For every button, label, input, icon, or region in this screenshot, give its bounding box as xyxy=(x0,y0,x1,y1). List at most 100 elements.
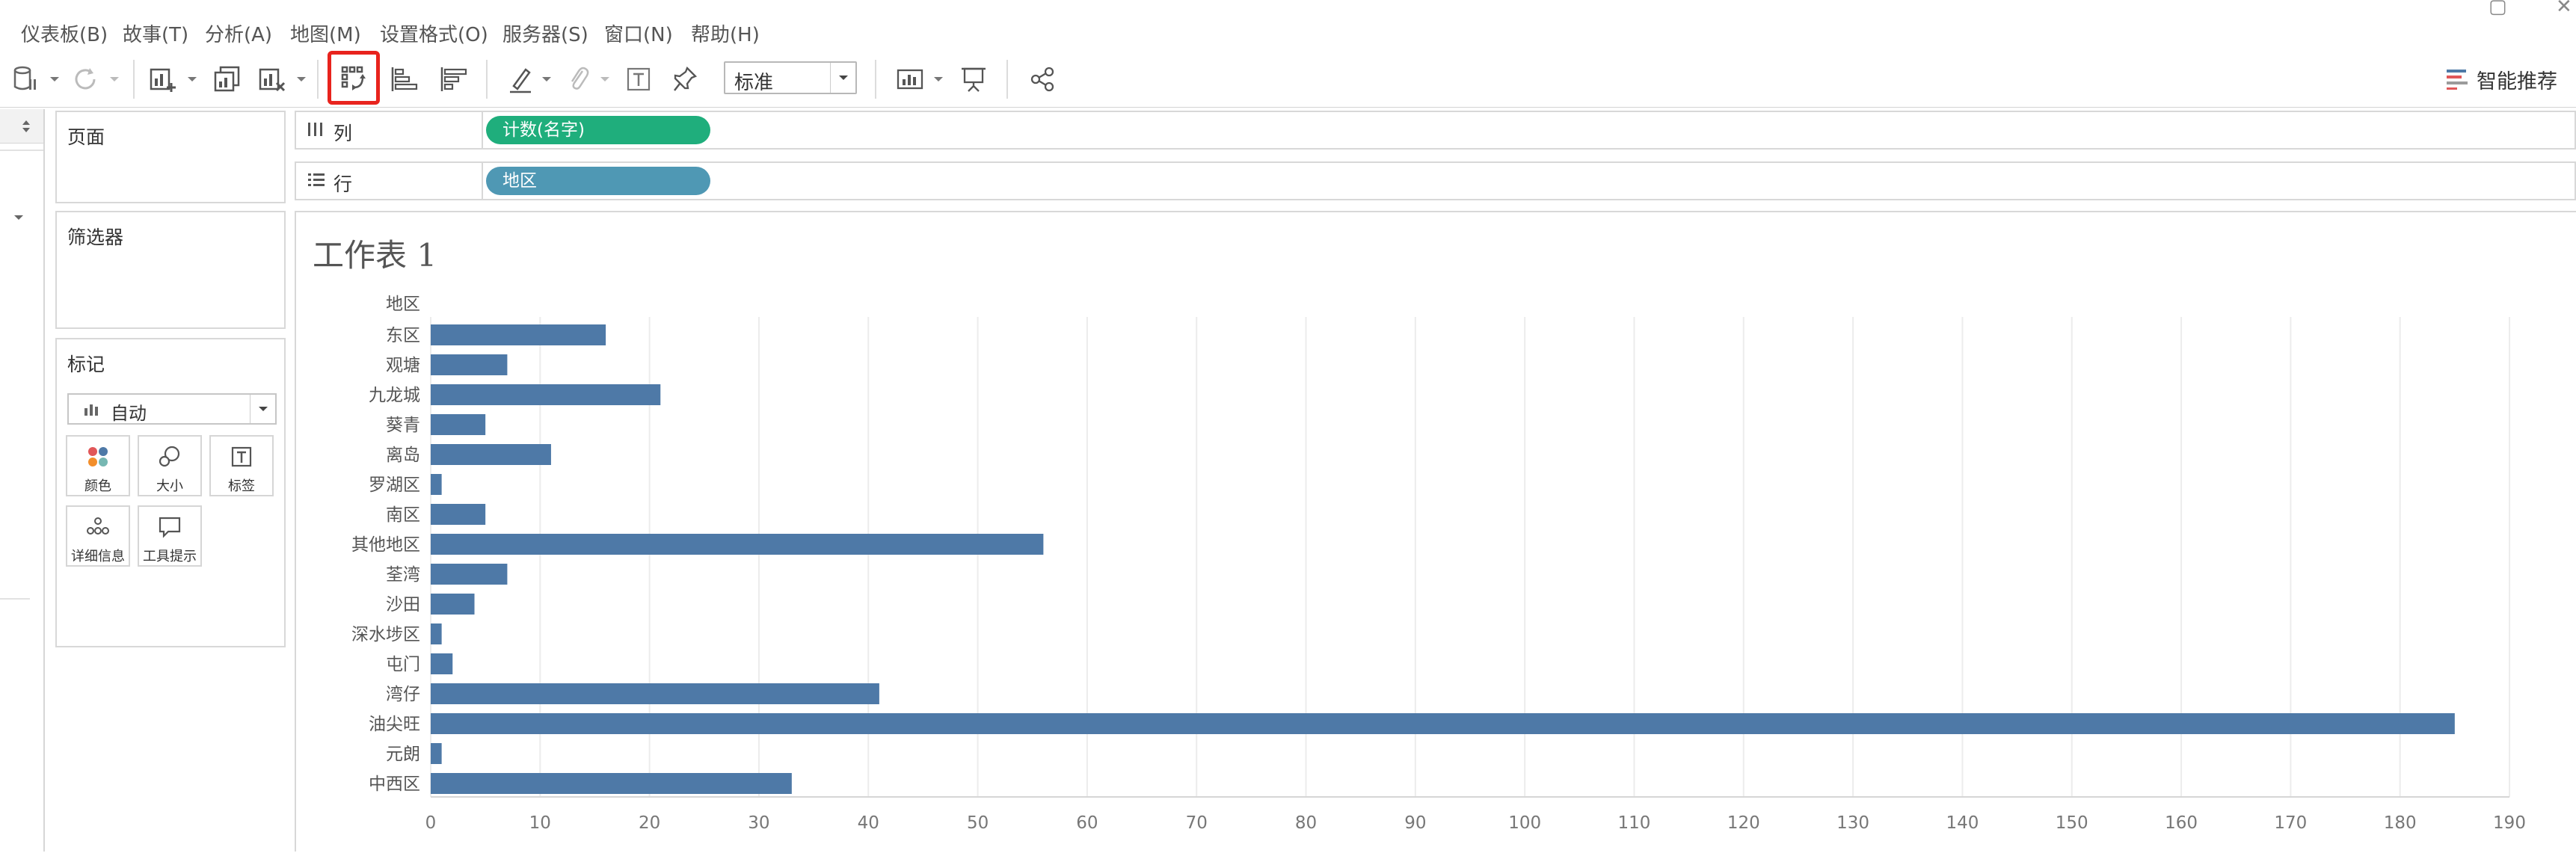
x-tick-label: 110 xyxy=(1618,813,1651,833)
category-label[interactable]: 南区 xyxy=(386,505,420,525)
paperclip-icon[interactable] xyxy=(564,63,594,96)
category-label[interactable]: 中西区 xyxy=(369,775,420,794)
chevron-down-icon[interactable] xyxy=(597,63,613,96)
chevron-down-icon[interactable] xyxy=(293,63,310,96)
marks-size-button[interactable]: 大小 xyxy=(138,435,202,496)
chevron-down-icon[interactable] xyxy=(13,214,24,221)
detail-icon xyxy=(87,517,109,535)
pages-shelf-title: 页面 xyxy=(67,126,105,148)
menu-map[interactable]: 地图(M) xyxy=(290,19,361,47)
restore-icon[interactable]: ▢ xyxy=(2489,0,2507,18)
x-tick-label: 0 xyxy=(425,813,437,833)
chevron-down-icon[interactable] xyxy=(46,63,63,96)
sort-descending-icon[interactable] xyxy=(437,63,470,96)
category-label[interactable]: 东区 xyxy=(386,326,420,345)
bar[interactable] xyxy=(431,474,442,495)
close-icon[interactable]: ✕ xyxy=(2556,0,2572,18)
menu-help[interactable]: 帮助(H) xyxy=(691,19,760,47)
bar[interactable] xyxy=(431,444,551,465)
bar-chart: 地区东区观塘九龙城葵青离岛罗湖区南区其他地区荃湾沙田深水埗区屯门湾仔油尖旺元朗中… xyxy=(351,295,2526,833)
menu-dashboard[interactable]: 仪表板(B) xyxy=(21,19,108,47)
marks-detail-button[interactable]: 详细信息 xyxy=(66,505,130,567)
bar[interactable] xyxy=(431,354,508,375)
category-label[interactable]: 罗湖区 xyxy=(369,475,420,495)
bar[interactable] xyxy=(431,623,442,644)
pin-icon[interactable] xyxy=(670,63,700,96)
marks-label-button[interactable]: 标签 xyxy=(209,435,274,496)
category-label[interactable]: 其他地区 xyxy=(351,535,420,555)
x-tick-label: 50 xyxy=(967,813,989,833)
presentation-mode-icon[interactable] xyxy=(957,63,990,96)
pages-shelf[interactable]: 页面 xyxy=(55,111,286,203)
x-tick-label: 90 xyxy=(1404,813,1426,833)
chevron-down-icon[interactable] xyxy=(106,63,123,96)
bar[interactable] xyxy=(431,534,1044,555)
category-label[interactable]: 离岛 xyxy=(386,446,420,465)
bar[interactable] xyxy=(431,594,475,615)
bar[interactable] xyxy=(431,384,661,405)
category-label[interactable]: 观塘 xyxy=(386,356,420,375)
bar[interactable] xyxy=(431,773,792,794)
category-label[interactable]: 九龙城 xyxy=(369,386,420,405)
marks-color-button[interactable]: 颜色 xyxy=(66,435,130,496)
mark-size-select-value: 标准 xyxy=(734,72,774,94)
category-label[interactable]: 元朗 xyxy=(386,745,420,764)
data-pane-edge xyxy=(0,109,45,852)
x-tick-label: 20 xyxy=(639,813,660,833)
menu-analysis[interactable]: 分析(A) xyxy=(205,19,272,47)
category-label[interactable]: 湾仔 xyxy=(386,685,420,704)
columns-shelf-title: 列 xyxy=(333,123,353,144)
filters-shelf[interactable]: 筛选器 xyxy=(55,211,286,329)
x-tick-label: 130 xyxy=(1836,813,1869,833)
columns-pill-count-name[interactable]: 计数(名字) xyxy=(486,116,710,144)
highlight-pen-icon[interactable] xyxy=(505,63,535,96)
new-worksheet-icon[interactable] xyxy=(147,63,179,96)
bar[interactable] xyxy=(431,504,486,525)
category-label[interactable]: 荃湾 xyxy=(386,565,420,585)
bar[interactable] xyxy=(431,414,486,435)
show-me-icon[interactable] xyxy=(894,63,927,96)
chevron-down-icon[interactable] xyxy=(930,63,947,96)
chevron-down-icon[interactable] xyxy=(538,63,555,96)
bar[interactable] xyxy=(431,653,453,674)
clear-sheet-icon[interactable] xyxy=(256,63,289,96)
filters-shelf-title: 筛选器 xyxy=(67,227,124,248)
bar[interactable] xyxy=(431,564,508,585)
refresh-icon[interactable] xyxy=(69,63,102,96)
category-label[interactable]: 油尖旺 xyxy=(369,715,420,734)
category-label[interactable]: 深水埗区 xyxy=(351,625,420,644)
x-tick-label: 190 xyxy=(2493,813,2526,833)
bar[interactable] xyxy=(431,743,442,764)
category-label[interactable]: 沙田 xyxy=(386,595,420,615)
chevron-down-icon[interactable] xyxy=(184,63,200,96)
x-tick-label: 60 xyxy=(1076,813,1098,833)
bar[interactable] xyxy=(431,713,2455,734)
swap-rows-columns-icon[interactable] xyxy=(338,63,371,96)
marks-card-title: 标记 xyxy=(67,354,105,375)
marks-tooltip-label: 工具提示 xyxy=(143,549,197,564)
menu-server[interactable]: 服务器(S) xyxy=(502,19,588,47)
bar[interactable] xyxy=(431,683,879,704)
row-header-label: 地区 xyxy=(386,295,420,314)
marks-detail-label: 详细信息 xyxy=(71,549,125,564)
menu-story[interactable]: 故事(T) xyxy=(123,19,188,47)
sort-toggle-icon[interactable] xyxy=(21,120,31,133)
rows-shelf[interactable]: 行 地区 xyxy=(295,161,2576,200)
mark-size-select[interactable]: 标准 xyxy=(724,61,857,94)
smart-recommend-button[interactable]: 智能推荐 xyxy=(2445,64,2557,94)
bar[interactable] xyxy=(431,324,606,345)
duplicate-sheet-icon[interactable] xyxy=(211,63,244,96)
category-label[interactable]: 葵青 xyxy=(386,416,420,435)
show-labels-icon[interactable] xyxy=(622,63,655,96)
marks-tooltip-button[interactable]: 工具提示 xyxy=(138,505,202,567)
sort-ascending-icon[interactable] xyxy=(387,63,420,96)
menu-format[interactable]: 设置格式(O) xyxy=(380,19,488,47)
x-tick-label: 100 xyxy=(1508,813,1541,833)
share-icon[interactable] xyxy=(1026,63,1059,96)
columns-shelf[interactable]: 列 计数(名字) xyxy=(295,111,2576,150)
mark-type-select[interactable]: 自动 xyxy=(67,393,277,425)
category-label[interactable]: 屯门 xyxy=(386,655,420,674)
rows-pill-region[interactable]: 地区 xyxy=(486,167,710,195)
menu-window[interactable]: 窗口(N) xyxy=(604,19,673,47)
data-source-icon[interactable] xyxy=(10,63,40,96)
